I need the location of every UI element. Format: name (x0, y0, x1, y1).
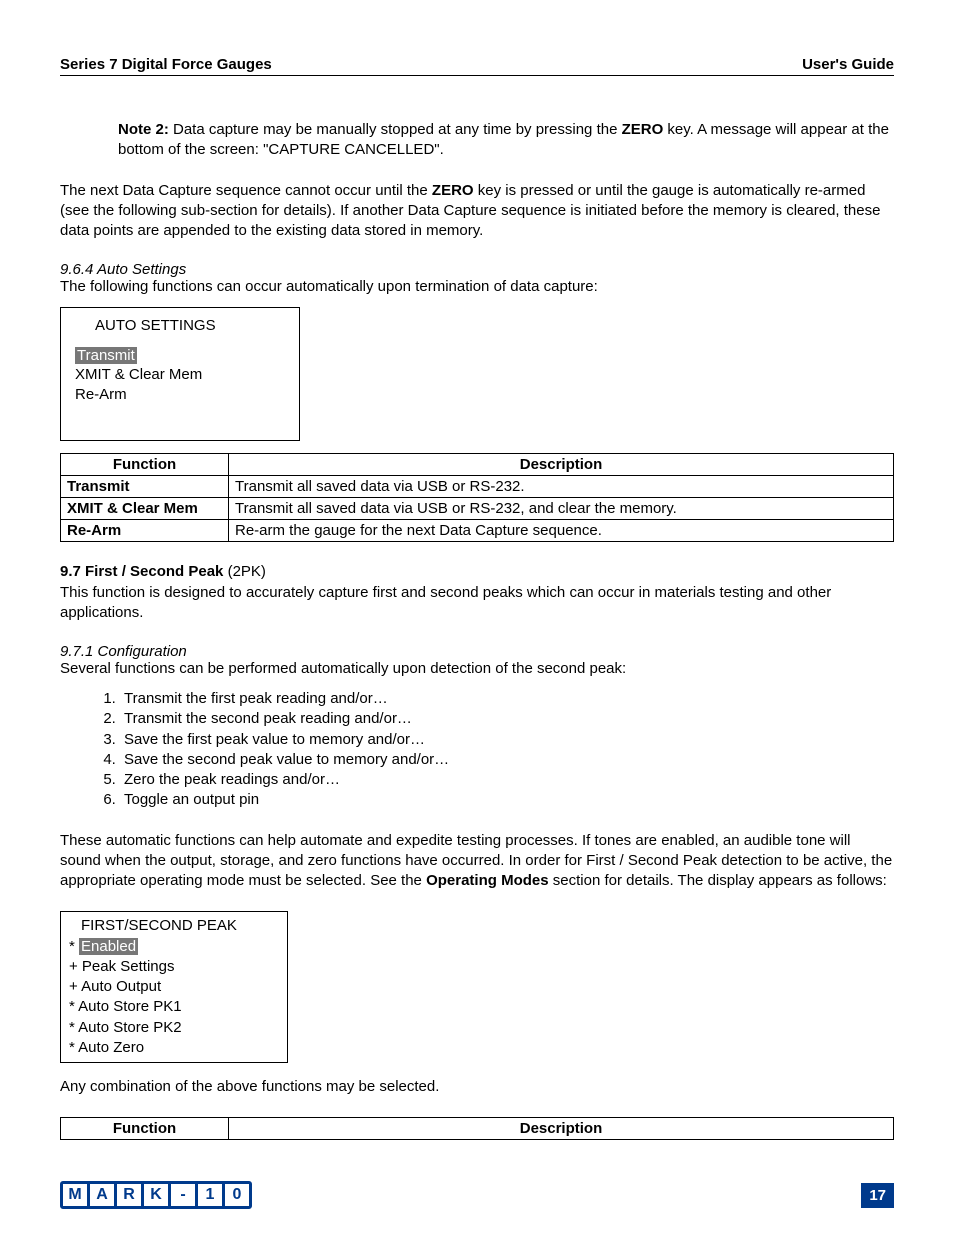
cell-desc: Transmit all saved data via USB or RS-23… (229, 498, 894, 520)
fsp-title: FIRST/SECOND PEAK (69, 916, 279, 936)
logo-char: 1 (198, 1184, 225, 1206)
section-964-text: The following functions can occur automa… (60, 278, 894, 295)
table-row: XMIT & Clear Mem Transmit all saved data… (61, 498, 894, 520)
cell-desc: Re-arm the gauge for the next Data Captu… (229, 520, 894, 542)
section-971: 9.7.1 Configuration Several functions ca… (60, 643, 894, 677)
fsp-item-prefix: * (69, 938, 79, 955)
fsp-item-auto-store-pk2: * Auto Store PK2 (69, 1018, 279, 1038)
auto-settings-item-xmit: XMIT & Clear Mem (75, 365, 285, 385)
mark-10-logo: M A R K - 1 0 (60, 1181, 252, 1209)
header-right: User's Guide (802, 56, 894, 73)
page-header: Series 7 Digital Force Gauges User's Gui… (60, 56, 894, 76)
auto-settings-box: AUTO SETTINGS Transmit XMIT & Clear Mem … (60, 307, 300, 441)
table-row: Re-Arm Re-arm the gauge for the next Dat… (61, 520, 894, 542)
fsp-item-auto-store-pk1: * Auto Store PK1 (69, 997, 279, 1017)
section-97-title: 9.7 First / Second Peak (60, 563, 223, 580)
note-key: ZERO (622, 121, 664, 138)
first-second-peak-box: FIRST/SECOND PEAK * Enabled + Peak Setti… (60, 911, 288, 1063)
list-item: Save the second peak value to memory and… (120, 750, 894, 770)
p2-b: section for details. The display appears… (549, 872, 887, 889)
section-971-title: 9.7.1 Configuration (60, 643, 894, 660)
header-left: Series 7 Digital Force Gauges (60, 56, 272, 73)
paragraph-next-capture: The next Data Capture sequence cannot oc… (60, 181, 894, 242)
fsp-item-peak-settings: + Peak Settings (69, 957, 279, 977)
logo-char: K (144, 1184, 171, 1206)
auto-settings-table: Function Description Transmit Transmit a… (60, 453, 894, 542)
list-item: Toggle an output pin (120, 790, 894, 810)
cell-func: XMIT & Clear Mem (61, 498, 229, 520)
list-item: Save the first peak value to memory and/… (120, 730, 894, 750)
section-97: 9.7 First / Second Peak (2PK) This funct… (60, 562, 894, 623)
auto-settings-item-rearm: Re-Arm (75, 385, 285, 405)
logo-char: A (90, 1184, 117, 1206)
section-964-title: 9.6.4 Auto Settings (60, 261, 894, 278)
auto-settings-item-transmit: Transmit (75, 347, 137, 364)
th-description-2: Description (229, 1118, 894, 1140)
table-row: Transmit Transmit all saved data via USB… (61, 476, 894, 498)
cell-func: Re-Arm (61, 520, 229, 542)
section-964: 9.6.4 Auto Settings The following functi… (60, 261, 894, 295)
auto-settings-title: AUTO SETTINGS (75, 316, 285, 336)
logo-char: M (63, 1184, 90, 1206)
page-number: 17 (861, 1183, 894, 1208)
fsp-item-enabled: Enabled (79, 938, 138, 955)
page-footer: M A R K - 1 0 17 (60, 1181, 894, 1209)
p1-key: ZERO (432, 182, 474, 199)
cell-func: Transmit (61, 476, 229, 498)
cell-desc: Transmit all saved data via USB or RS-23… (229, 476, 894, 498)
note-label: Note 2: (118, 121, 169, 138)
list-item: Transmit the first peak reading and/or… (120, 689, 894, 709)
p1-a: The next Data Capture sequence cannot oc… (60, 182, 432, 199)
logo-char: - (171, 1184, 198, 1206)
section-971-text: Several functions can be performed autom… (60, 660, 894, 677)
logo-char: 0 (225, 1184, 249, 1206)
list-item: Transmit the second peak reading and/or… (120, 709, 894, 729)
th-function-2: Function (61, 1118, 229, 1140)
paragraph-auto-functions: These automatic functions can help autom… (60, 831, 894, 892)
note-text-a: Data capture may be manually stopped at … (169, 121, 622, 138)
note-2: Note 2: Data capture may be manually sto… (118, 120, 894, 161)
fsp-item-auto-zero: * Auto Zero (69, 1038, 279, 1058)
section-97-text: This function is designed to accurately … (60, 584, 831, 621)
function-description-header: Function Description (60, 1117, 894, 1140)
th-description: Description (229, 454, 894, 476)
config-list: Transmit the first peak reading and/or… … (80, 689, 894, 811)
p2-bold: Operating Modes (426, 872, 549, 889)
paragraph-any-combination: Any combination of the above functions m… (60, 1077, 894, 1097)
list-item: Zero the peak readings and/or… (120, 770, 894, 790)
fsp-item-auto-output: + Auto Output (69, 977, 279, 997)
th-function: Function (61, 454, 229, 476)
logo-char: R (117, 1184, 144, 1206)
section-97-paren: (2PK) (223, 563, 266, 580)
